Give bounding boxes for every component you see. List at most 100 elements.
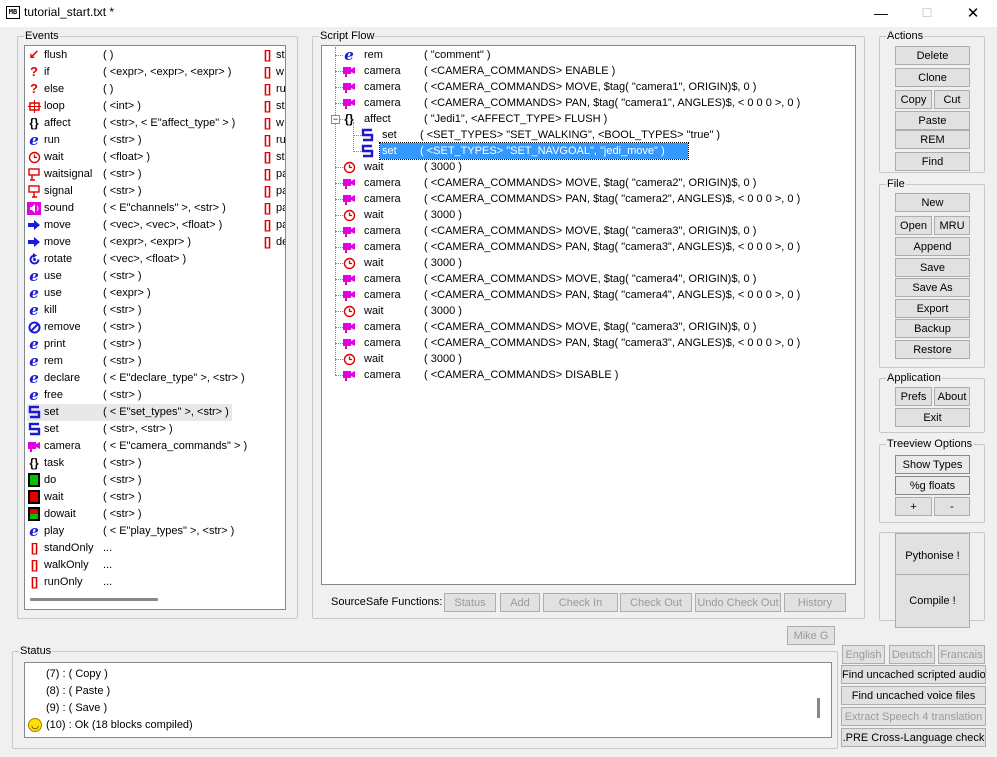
find-button[interactable]: Find [895, 152, 970, 171]
event-item[interactable]: move ( <vec>, <vec>, <float> ) [27, 217, 232, 234]
deutsch-button[interactable]: Deutsch [889, 645, 935, 664]
pythonise-button[interactable]: Pythonise ! [895, 533, 970, 579]
mru-button[interactable]: MRU [934, 216, 970, 235]
event-name: remove [44, 321, 81, 333]
english-button[interactable]: English [842, 645, 885, 664]
event-item[interactable]: [] walkOnly... [27, 557, 232, 574]
event-item-column2[interactable]: [] w [260, 64, 285, 81]
event-args: ... [103, 542, 113, 554]
status-log[interactable]: (7) : ( Copy ) (8) : ( Paste ) (9) : ( S… [24, 662, 832, 738]
event-item[interactable]: wait ( <str> ) [27, 489, 232, 506]
collapse-minus-button[interactable]: - [934, 497, 970, 516]
do-icon [27, 473, 41, 487]
event-item[interactable]: remove ( <str> ) [27, 319, 232, 336]
expand-plus-button[interactable]: + [895, 497, 932, 516]
script-tree[interactable]: e rem ( "comment" ) camera ( <CAMERA_COMMAND… [321, 45, 856, 585]
events-hscrollbar[interactable] [30, 598, 158, 601]
prefs-button[interactable]: Prefs [895, 387, 932, 406]
exit-button[interactable]: Exit [895, 408, 970, 427]
restore-button[interactable]: Restore [895, 340, 970, 359]
event-item[interactable]: move ( <expr>, <expr> ) [27, 234, 232, 251]
event-item[interactable]: set ( < E"set_types" >, <str> ) [27, 404, 232, 421]
events-list[interactable]: ↙ flush ( )? if ( <expr>, <expr>, <expr> )? e… [24, 45, 286, 610]
event-item[interactable]: {} affect ( <str>, < E"affect_type" > ) [27, 115, 235, 132]
event-item[interactable]: ? if ( <expr>, <expr>, <expr> ) [27, 64, 232, 81]
event-item[interactable]: waitsignal ( <str> ) [27, 166, 232, 183]
paste-button[interactable]: Paste [895, 111, 970, 130]
sourcesafe-undo-check-out-button[interactable]: Undo Check Out [695, 593, 781, 612]
cut-button[interactable]: Cut [934, 90, 970, 109]
event-item[interactable]: sound ( < E"channels" >, <str> ) [27, 200, 232, 217]
event-args: ( <str> ) [103, 304, 142, 316]
open-button[interactable]: Open [895, 216, 932, 235]
event-item[interactable]: ? else ( ) [27, 81, 232, 98]
save-button[interactable]: Save [895, 258, 970, 277]
sourcesafe-check-out-button[interactable]: Check Out [620, 593, 692, 612]
event-item[interactable]: signal ( <str> ) [27, 183, 232, 200]
append-button[interactable]: Append [895, 237, 970, 256]
sound-icon [27, 201, 41, 215]
new-button[interactable]: New [895, 193, 970, 212]
event-item[interactable]: set ( <str>, <str> ) [27, 421, 232, 438]
event-item[interactable]: e kill ( <str> ) [27, 302, 232, 319]
event-item-column2[interactable]: [] st [260, 98, 285, 115]
event-item-column2[interactable]: [] de [260, 234, 285, 251]
event-item-column2[interactable]: [] ru [260, 132, 286, 149]
event-item[interactable]: e free ( <str> ) [27, 387, 232, 404]
sourcesafe-check-in-button[interactable]: Check In [543, 593, 618, 612]
about-button[interactable]: About [934, 387, 970, 406]
show-types-toggle[interactable]: Show Types [895, 455, 970, 474]
event-item[interactable]: e use ( <expr> ) [27, 285, 232, 302]
user-button[interactable]: Mike G [787, 626, 835, 645]
delete-button[interactable]: Delete [895, 46, 970, 65]
event-item-column2[interactable]: [] w [260, 115, 285, 132]
event-item-column2[interactable]: [] pa [260, 217, 285, 234]
set-icon [360, 144, 374, 158]
e-icon: e [29, 352, 39, 370]
event-item-column2[interactable]: [] pa [260, 183, 285, 200]
pre-cross-language-button[interactable]: .PRE Cross-Language check [841, 728, 986, 747]
event-item[interactable]: loop ( <int> ) [27, 98, 232, 115]
g-floats-toggle[interactable]: %g floats [895, 476, 970, 495]
backup-button[interactable]: Backup [895, 319, 970, 338]
event-item[interactable]: e run ( <str> ) [27, 132, 232, 149]
event-name: ru [276, 134, 286, 146]
export-button[interactable]: Export [895, 299, 970, 318]
event-item[interactable]: e play ( < E"play_types" >, <str> ) [27, 523, 234, 540]
status-scrollbar[interactable] [817, 698, 820, 718]
event-item-column2[interactable]: [] pa [260, 166, 285, 183]
event-item[interactable]: dowait ( <str> ) [27, 506, 232, 523]
sourcesafe-status-button[interactable]: Status [444, 593, 496, 612]
copy-button[interactable]: Copy [895, 90, 932, 109]
minimize-button[interactable]: — [858, 0, 904, 27]
event-item[interactable]: do ( <str> ) [27, 472, 232, 489]
find-uncached-voice-button[interactable]: Find uncached voice files [841, 686, 986, 705]
event-item[interactable]: [] runOnly... [27, 574, 232, 591]
maximize-button[interactable]: ☐ [904, 0, 950, 27]
event-item-column2[interactable]: [] st [260, 149, 285, 166]
event-item[interactable]: e rem ( <str> ) [27, 353, 232, 370]
event-item-column2[interactable]: [] pa [260, 200, 285, 217]
francais-button[interactable]: Francais [938, 645, 985, 664]
rem-button[interactable]: REM [895, 130, 970, 149]
event-item[interactable]: camera ( < E"camera_commands" > ) [27, 438, 247, 455]
event-item[interactable]: ↙ flush ( ) [27, 47, 232, 64]
event-item[interactable]: wait ( <float> ) [27, 149, 232, 166]
extract-speech-button[interactable]: Extract Speech 4 translation [841, 707, 986, 726]
sourcesafe-history-button[interactable]: History [784, 593, 846, 612]
event-item[interactable]: rotate ( <vec>, <float> ) [27, 251, 232, 268]
find-uncached-audio-button[interactable]: Find uncached scripted audio [841, 665, 986, 684]
event-item[interactable]: {} task ( <str> ) [27, 455, 232, 472]
save-as-button[interactable]: Save As [895, 278, 970, 297]
collapse-toggle-icon[interactable]: − [331, 115, 340, 124]
event-item[interactable]: [] standOnly... [27, 540, 232, 557]
event-item[interactable]: e use ( <str> ) [27, 268, 232, 285]
close-button[interactable]: ✕ [950, 0, 996, 27]
event-item-column2[interactable]: [] ru [260, 81, 285, 98]
sourcesafe-add-button[interactable]: Add [500, 593, 540, 612]
event-item[interactable]: e print ( <str> ) [27, 336, 232, 353]
event-item[interactable]: e declare ( < E"declare_type" >, <str> ) [27, 370, 245, 387]
event-item-column2[interactable]: [] st [260, 47, 285, 64]
clone-button[interactable]: Clone [895, 68, 970, 87]
compile-button[interactable]: Compile ! [895, 574, 970, 628]
